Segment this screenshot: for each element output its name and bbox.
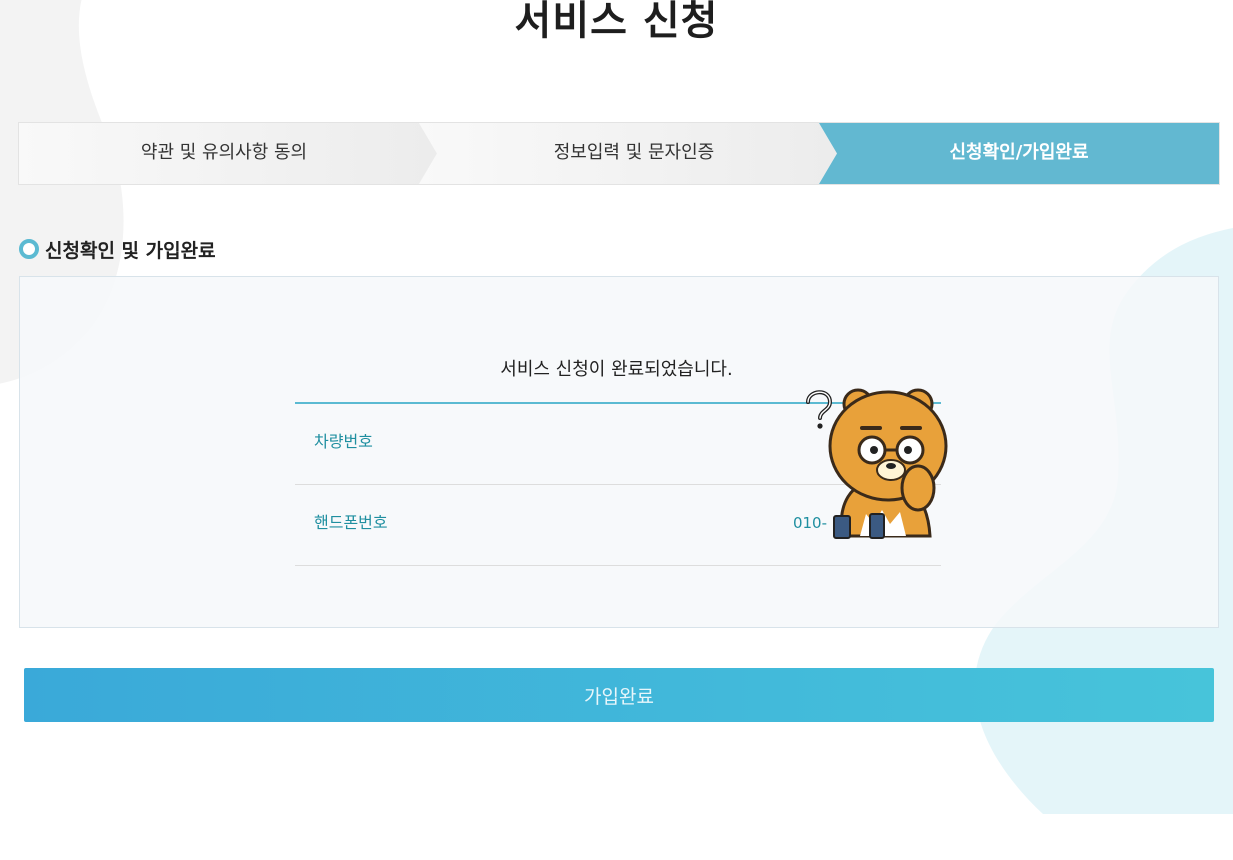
confused-bear-mascot-icon: [806, 388, 948, 539]
step-confirm-complete: 신청확인/가입완료: [949, 142, 1089, 163]
completion-message: 서비스 신청이 완료되었습니다.: [500, 359, 733, 380]
phone-number-label: 핸드폰번호: [314, 513, 388, 532]
page-title: 서비스 신청: [514, 0, 719, 44]
progress-steps: 약관 및 유의사항 동의 정보입력 및 문자인증 신청확인/가입완료: [18, 122, 1220, 185]
section-title: 신청확인 및 가입완료: [45, 239, 216, 262]
complete-signup-button[interactable]: 가입완료: [24, 668, 1214, 722]
vehicle-number-label: 차량번호: [314, 432, 373, 451]
step-terms-agreement: 약관 및 유의사항 동의: [140, 142, 308, 163]
section-header: 신청확인 및 가입완료: [19, 235, 216, 263]
ring-icon: [19, 239, 39, 259]
step-info-verification: 정보입력 및 문자인증: [553, 142, 715, 163]
